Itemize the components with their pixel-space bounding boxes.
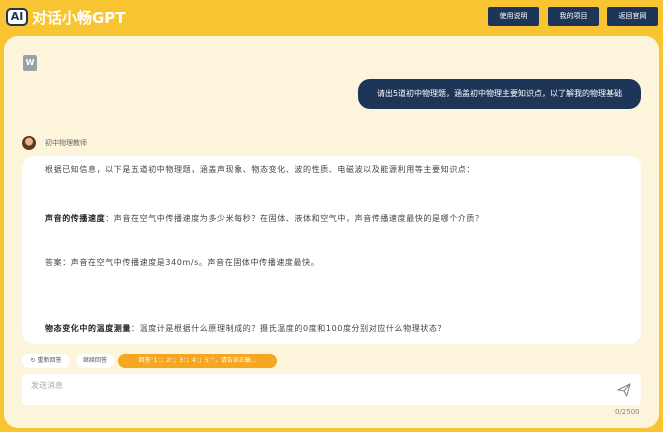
question-2-title: 物态变化中的温度测量	[45, 324, 131, 333]
question-1-text: ：声音在空气中传播速度为多少米每秒？在固体、液体和空气中，声音传播速度最快的是哪…	[105, 214, 484, 223]
question-1-title: 声音的传播速度	[45, 214, 106, 223]
suggestion-chip[interactable]: 回答“1：；2：；3：；4：；5：”，请告诉正确...	[118, 354, 277, 368]
teacher-avatar	[22, 136, 36, 150]
word-file-icon[interactable]: W	[23, 55, 37, 71]
user-message-bubble: 请出5道初中物理题，涵盖初中物理主要知识点，以了解我的物理基础	[358, 79, 641, 109]
answer-intro: 根据已知信息，以下是五道初中物理题，涵盖声现象、物态变化、波的性质、电磁波以及能…	[45, 165, 475, 174]
message-input[interactable]: 发送消息	[22, 374, 641, 405]
regenerate-button[interactable]: ↻ 重新回答	[22, 354, 70, 368]
message-placeholder: 发送消息	[31, 381, 63, 390]
usage-guide-button[interactable]: 使用说明	[488, 7, 539, 26]
my-projects-button[interactable]: 我的项目	[548, 7, 599, 26]
question-2-text: ：温度计是根据什么原理制成的？摄氏温度的0度和100度分别对应什么物理状态？	[131, 324, 447, 333]
char-counter: 0/2500	[615, 408, 640, 416]
question-1: 声音的传播速度：声音在空气中传播速度为多少米每秒？在固体、液体和空气中，声音传播…	[45, 213, 484, 224]
regenerate-label: 重新回答	[37, 357, 62, 364]
app-logo: AI	[6, 8, 28, 26]
continue-button[interactable]: 继续回答	[76, 354, 114, 368]
back-to-site-button[interactable]: 返回官网	[607, 7, 658, 26]
answer-1: 答案：声音在空气中传播速度是340m/s。声音在固体中传播速度最快。	[45, 258, 320, 267]
chat-panel: W 请出5道初中物理题，涵盖初中物理主要知识点，以了解我的物理基础 初中物理教师…	[4, 36, 659, 428]
top-bar: AI 对话小畅GPT 使用说明 我的项目 返回官网	[0, 0, 663, 34]
bot-name: 初中物理教师	[45, 139, 87, 147]
answer-bubble: 根据已知信息，以下是五道初中物理题，涵盖声现象、物态变化、波的性质、电磁波以及能…	[22, 156, 641, 344]
app-title: 对话小畅GPT	[32, 9, 126, 27]
question-2: 物态变化中的温度测量：温度计是根据什么原理制成的？摄氏温度的0度和100度分别对…	[45, 323, 446, 334]
paper-plane-icon[interactable]	[617, 383, 631, 397]
